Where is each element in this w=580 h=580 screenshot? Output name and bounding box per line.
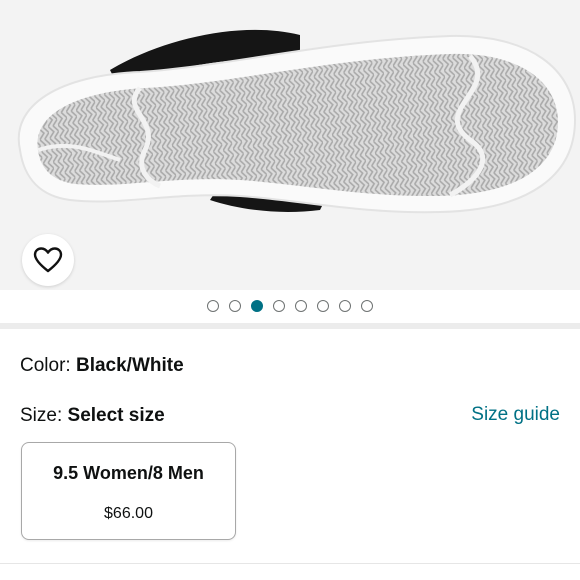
color-label: Color: <box>20 355 71 376</box>
gallery-dot-3[interactable] <box>251 300 263 312</box>
size-option-name: 9.5 Women/8 Men <box>53 463 204 483</box>
gallery-dot-7[interactable] <box>339 300 351 312</box>
favorite-button[interactable] <box>22 234 74 286</box>
size-value: Select size <box>67 405 165 426</box>
product-image-gallery[interactable] <box>0 0 580 290</box>
gallery-dot-1[interactable] <box>207 300 219 312</box>
gallery-dot-4[interactable] <box>273 300 285 312</box>
color-value: Black/White <box>75 355 184 376</box>
gallery-dot-2[interactable] <box>229 300 241 312</box>
size-row: Size: Select size <box>20 405 165 427</box>
gallery-dot-6[interactable] <box>317 300 329 312</box>
gallery-pagination <box>0 296 580 316</box>
gallery-dot-5[interactable] <box>295 300 307 312</box>
section-divider <box>0 323 580 329</box>
heart-outline-icon <box>33 247 63 273</box>
size-option-price: $66.00 <box>104 505 153 522</box>
shoe-sole-image <box>17 29 577 214</box>
size-guide-link[interactable]: Size guide <box>471 404 560 426</box>
size-label: Size: <box>20 405 63 426</box>
color-row: Color: Black/White <box>20 355 184 377</box>
size-option-card[interactable]: 9.5 Women/8 Men $66.00 <box>21 442 236 540</box>
bottom-divider <box>0 563 580 564</box>
gallery-dot-8[interactable] <box>361 300 373 312</box>
